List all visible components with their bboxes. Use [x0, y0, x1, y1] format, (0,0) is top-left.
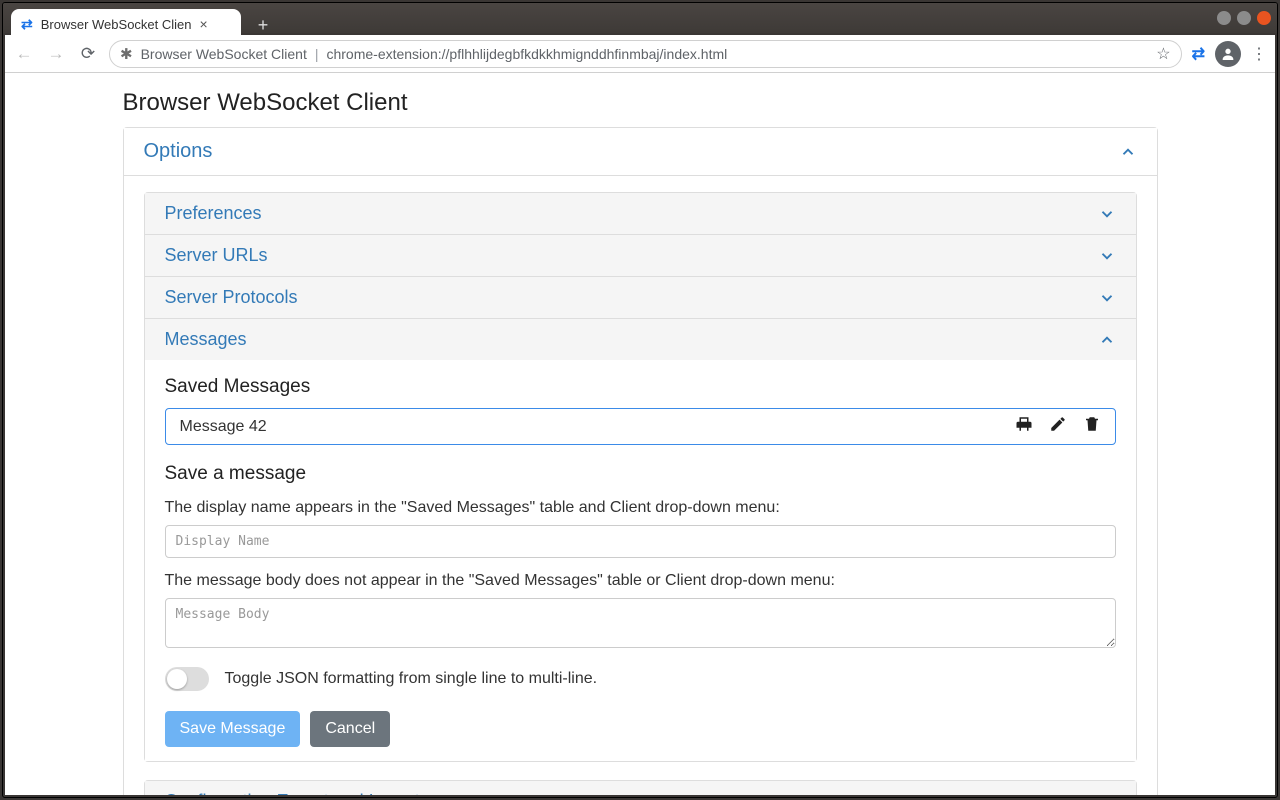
preferences-panel: Preferences: [144, 192, 1137, 235]
saved-messages-heading: Saved Messages: [165, 376, 1116, 398]
chevron-down-icon: [1098, 289, 1116, 307]
extension-indicator-icon: ✱: [120, 45, 133, 63]
messages-header[interactable]: Messages: [145, 319, 1136, 360]
save-message-heading: Save a message: [165, 463, 1116, 485]
chevron-down-icon: [1098, 793, 1116, 796]
config-export-header[interactable]: Configuration Export and Import: [145, 781, 1136, 795]
delete-icon[interactable]: [1083, 415, 1101, 438]
server-urls-label: Server URLs: [165, 245, 268, 266]
omnibox[interactable]: ✱ Browser WebSocket Client | chrome-exte…: [109, 40, 1182, 68]
options-label: Options: [144, 140, 213, 163]
options-panel: Options Preferences: [123, 127, 1158, 795]
server-protocols-header[interactable]: Server Protocols: [145, 277, 1136, 318]
window-maximize-icon[interactable]: [1237, 11, 1251, 25]
preferences-header[interactable]: Preferences: [145, 193, 1136, 234]
nav-forward-icon[interactable]: →: [45, 44, 67, 64]
config-export-panel: Configuration Export and Import: [144, 780, 1137, 795]
preferences-label: Preferences: [165, 203, 262, 224]
saved-message-name: Message 42: [180, 418, 1015, 436]
json-format-toggle-label: Toggle JSON formatting from single line …: [225, 670, 598, 688]
omnibox-separator: |: [315, 46, 319, 62]
profile-avatar-icon[interactable]: [1215, 41, 1241, 67]
omnibox-app-name: Browser WebSocket Client: [141, 46, 307, 62]
window-minimize-icon[interactable]: [1217, 11, 1231, 25]
chevron-down-icon: [1098, 247, 1116, 265]
server-protocols-label: Server Protocols: [165, 287, 298, 308]
saved-message-row[interactable]: Message 42: [165, 408, 1116, 445]
display-name-input[interactable]: [165, 525, 1116, 558]
messages-body: Saved Messages Message 42: [145, 360, 1136, 761]
browser-menu-icon[interactable]: ⋮: [1251, 44, 1267, 64]
window-close-icon[interactable]: [1257, 11, 1271, 25]
json-format-toggle[interactable]: [165, 667, 209, 691]
page-title: Browser WebSocket Client: [123, 89, 1158, 117]
browser-toolbar: ← → ⟳ ✱ Browser WebSocket Client | chrom…: [5, 35, 1275, 73]
message-body-input[interactable]: [165, 598, 1116, 648]
messages-panel: Messages Saved Messages Message 42: [144, 319, 1137, 762]
browser-tabstrip: ⇄ Browser WebSocket Clien × +: [11, 5, 277, 39]
message-body-help: The message body does not appear in the …: [165, 572, 1116, 590]
chevron-up-icon: [1119, 143, 1137, 161]
tab-close-icon[interactable]: ×: [200, 16, 208, 32]
chevron-up-icon: [1098, 331, 1116, 349]
print-icon[interactable]: [1015, 415, 1033, 438]
bookmark-star-icon[interactable]: ☆: [1156, 44, 1170, 64]
server-urls-header[interactable]: Server URLs: [145, 235, 1136, 276]
omnibox-url: chrome-extension://pflhhlijdegbfkdkkhmig…: [326, 46, 727, 62]
options-header[interactable]: Options: [124, 128, 1157, 176]
tab-title: Browser WebSocket Clien: [41, 17, 192, 32]
chevron-down-icon: [1098, 205, 1116, 223]
nav-reload-icon[interactable]: ⟳: [77, 44, 99, 64]
messages-label: Messages: [165, 329, 247, 350]
cancel-button[interactable]: Cancel: [310, 711, 390, 747]
tab-favicon-icon: ⇄: [21, 16, 33, 33]
extension-toolbar-icon[interactable]: ⇄: [1192, 44, 1205, 64]
config-export-label: Configuration Export and Import: [165, 791, 420, 795]
page-viewport[interactable]: Browser WebSocket Client Options: [5, 73, 1275, 795]
server-urls-panel: Server URLs: [144, 235, 1137, 277]
save-message-button[interactable]: Save Message: [165, 711, 301, 747]
edit-icon[interactable]: [1049, 415, 1067, 438]
server-protocols-panel: Server Protocols: [144, 277, 1137, 319]
nav-back-icon[interactable]: ←: [13, 44, 35, 64]
display-name-help: The display name appears in the "Saved M…: [165, 499, 1116, 517]
